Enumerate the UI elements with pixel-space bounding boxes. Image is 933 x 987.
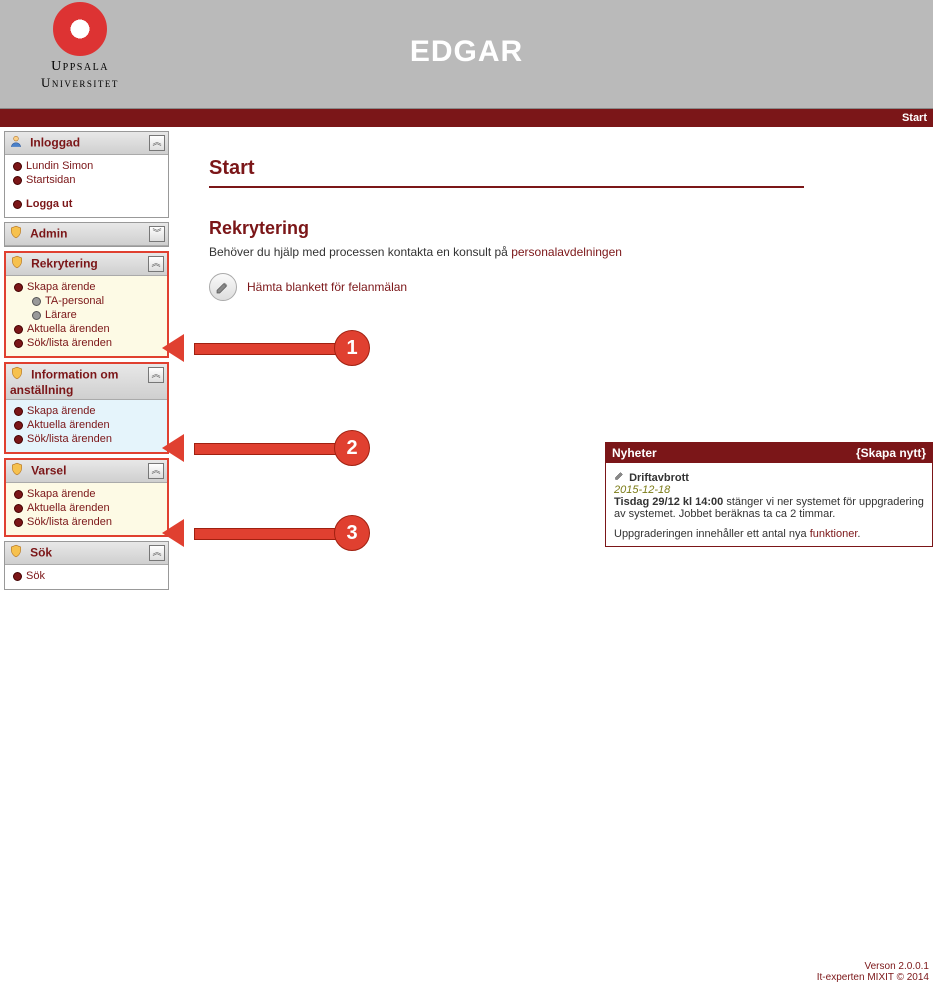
varsel-skapa[interactable]: Skapa ärende (12, 487, 161, 501)
app-header: Uppsala Universitet EDGAR (0, 0, 933, 109)
panel-title-admin: Admin (30, 227, 67, 241)
shield-icon (10, 366, 24, 383)
sok-item[interactable]: Sök (11, 569, 162, 583)
rekrytering-skapa[interactable]: Skapa ärende (12, 280, 161, 294)
news-create-link[interactable]: {Skapa nytt} (856, 446, 926, 460)
info-skapa[interactable]: Skapa ärende (12, 404, 161, 418)
panel-title-rekrytering: Rekrytering (31, 257, 98, 271)
shield-icon (9, 225, 23, 242)
panel-title-varsel: Varsel (31, 464, 66, 478)
panel-head-rekrytering: Rekrytering ︽ (6, 253, 167, 276)
personalavdelningen-link[interactable]: personalavdelningen (511, 245, 622, 259)
panel-title-info: Information om anställning (10, 368, 118, 398)
news-box: Nyheter {Skapa nytt} Driftavbrott 2015-1… (605, 442, 933, 547)
logo-line2: Universitet (15, 75, 145, 91)
rekrytering-larare[interactable]: Lärare (30, 308, 161, 322)
varsel-sok[interactable]: Sök/lista ärenden (12, 515, 161, 529)
panel-info-anstallning: Information om anställning ︽ Skapa ärend… (4, 362, 169, 454)
panel-head-admin: Admin ︾ (5, 223, 168, 246)
panel-rekrytering: Rekrytering ︽ Skapa ärende TA-personal L… (4, 251, 169, 358)
news-item-body2: Uppgraderingen innehåller ett antal nya … (614, 528, 924, 540)
news-heading: Nyheter (612, 446, 657, 460)
collapse-icon[interactable]: ︽ (149, 545, 165, 561)
sidebar-username[interactable]: Lundin Simon (11, 159, 162, 173)
panel-varsel: Varsel ︽ Skapa ärende Aktuella ärenden S… (4, 458, 169, 537)
collapse-icon[interactable]: ︽ (148, 367, 164, 383)
info-sok[interactable]: Sök/lista ärenden (12, 432, 161, 446)
app-title: EDGAR (0, 35, 933, 69)
shield-icon (10, 255, 24, 272)
collapse-icon[interactable]: ︽ (148, 256, 164, 272)
page-title: Start (209, 157, 804, 188)
sidebar-startpage[interactable]: Startsidan (11, 173, 162, 187)
varsel-aktuella[interactable]: Aktuella ärenden (12, 501, 161, 515)
footer: Verson 2.0.0.1 It-experten MIXIT © 2014 (817, 961, 929, 983)
info-aktuella[interactable]: Aktuella ärenden (12, 418, 161, 432)
form-download-button[interactable] (209, 273, 237, 301)
news-item-body1: Tisdag 29/12 kl 14:00 stänger vi ner sys… (614, 496, 924, 520)
pencil-icon (614, 472, 629, 484)
panel-head-info: Information om anställning ︽ (6, 364, 167, 400)
news-item-title[interactable]: Driftavbrott (629, 472, 689, 484)
collapse-icon[interactable]: ︽ (149, 135, 165, 151)
form-download-link[interactable]: Hämta blankett för felanmälan (247, 280, 407, 294)
footer-version: Verson 2.0.0.1 (817, 961, 929, 972)
footer-credit: It-experten MIXIT © 2014 (817, 972, 929, 983)
panel-sok: Sök ︽ Sök (4, 541, 169, 590)
shield-icon (9, 544, 23, 561)
news-item-date: 2015-12-18 (614, 484, 924, 496)
rekrytering-ta-personal[interactable]: TA-personal (30, 294, 161, 308)
panel-head-varsel: Varsel ︽ (6, 460, 167, 483)
breadcrumb-bar: Start (0, 109, 933, 127)
panel-inloggad: Inloggad ︽ Lundin Simon Startsidan Logga… (4, 131, 169, 218)
user-icon (9, 134, 23, 151)
panel-head-inloggad: Inloggad ︽ (5, 132, 168, 155)
funktioner-link[interactable]: funktioner (810, 528, 858, 540)
shield-icon (10, 462, 24, 479)
breadcrumb-start[interactable]: Start (902, 112, 927, 124)
section-title: Rekrytering (209, 218, 913, 239)
expand-icon[interactable]: ︾ (149, 226, 165, 242)
main-content: Start Rekrytering Behöver du hjälp med p… (169, 127, 933, 987)
sidebar-logout[interactable]: Logga ut (11, 197, 162, 211)
rekrytering-aktuella[interactable]: Aktuella ärenden (12, 322, 161, 336)
panel-title-inloggad: Inloggad (30, 136, 80, 150)
collapse-icon[interactable]: ︽ (148, 463, 164, 479)
panel-title-sok: Sök (30, 546, 52, 560)
help-text: Behöver du hjälp med processen kontakta … (209, 245, 913, 259)
pencil-icon (215, 279, 231, 295)
sidebar: Inloggad ︽ Lundin Simon Startsidan Logga… (0, 127, 169, 987)
panel-admin: Admin ︾ (4, 222, 169, 247)
rekrytering-sok[interactable]: Sök/lista ärenden (12, 336, 161, 350)
panel-head-sok: Sök ︽ (5, 542, 168, 565)
